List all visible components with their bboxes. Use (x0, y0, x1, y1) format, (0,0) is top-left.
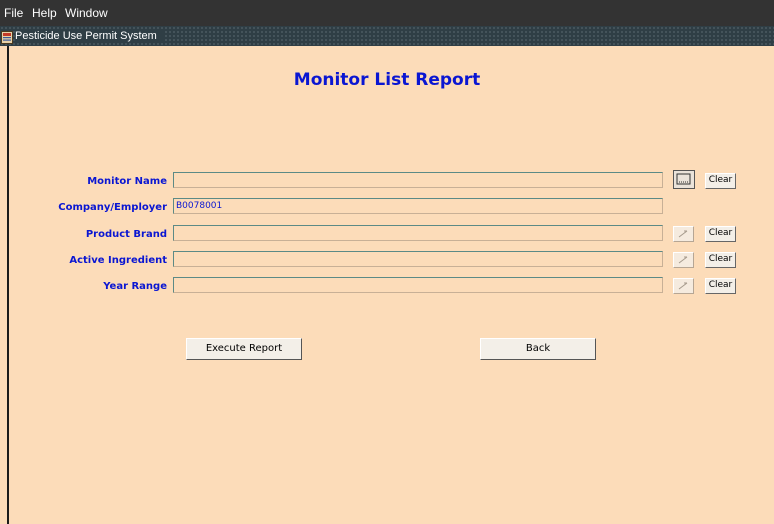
execute-report-button[interactable]: Execute Report (186, 338, 302, 360)
list-of-values-icon (676, 173, 691, 185)
monitor-name-label: Monitor Name (87, 176, 167, 187)
active-ingredient-clear-button[interactable]: Clear (705, 252, 736, 268)
back-button[interactable]: Back (480, 338, 596, 360)
product-brand-clear-button[interactable]: Clear (705, 226, 736, 242)
company-employer-input[interactable]: B0078001 (173, 198, 663, 214)
form-panel: Monitor List Report Monitor Name Clear C… (0, 46, 774, 524)
product-brand-input[interactable] (173, 225, 663, 241)
list-of-values-icon (678, 230, 688, 238)
window-left-border (7, 46, 9, 524)
page-title: Monitor List Report (293, 70, 481, 90)
menu-file[interactable]: File (4, 6, 23, 20)
year-range-clear-button[interactable]: Clear (705, 278, 736, 294)
active-ingredient-label: Active Ingredient (69, 255, 167, 266)
product-brand-label: Product Brand (85, 229, 167, 240)
active-ingredient-lov-button[interactable] (673, 252, 694, 268)
monitor-name-input[interactable] (173, 172, 663, 188)
monitor-name-lov-button[interactable] (673, 170, 695, 189)
list-of-values-icon (678, 256, 688, 264)
window-title: Pesticide Use Permit System (15, 30, 163, 42)
product-brand-lov-button[interactable] (673, 226, 694, 242)
app-icon (1, 29, 13, 44)
menu-window[interactable]: Window (65, 6, 108, 20)
monitor-name-clear-button[interactable]: Clear (705, 173, 736, 189)
menu-help[interactable]: Help (32, 6, 57, 20)
year-range-input[interactable] (173, 277, 663, 293)
year-range-label: Year Range (103, 281, 167, 292)
window-title-bar: Pesticide Use Permit System (0, 26, 774, 46)
active-ingredient-input[interactable] (173, 251, 663, 267)
menu-bar: File Help Window (0, 0, 774, 26)
year-range-lov-button[interactable] (673, 278, 694, 294)
list-of-values-icon (678, 282, 688, 290)
company-employer-label: Company/Employer (58, 202, 167, 213)
